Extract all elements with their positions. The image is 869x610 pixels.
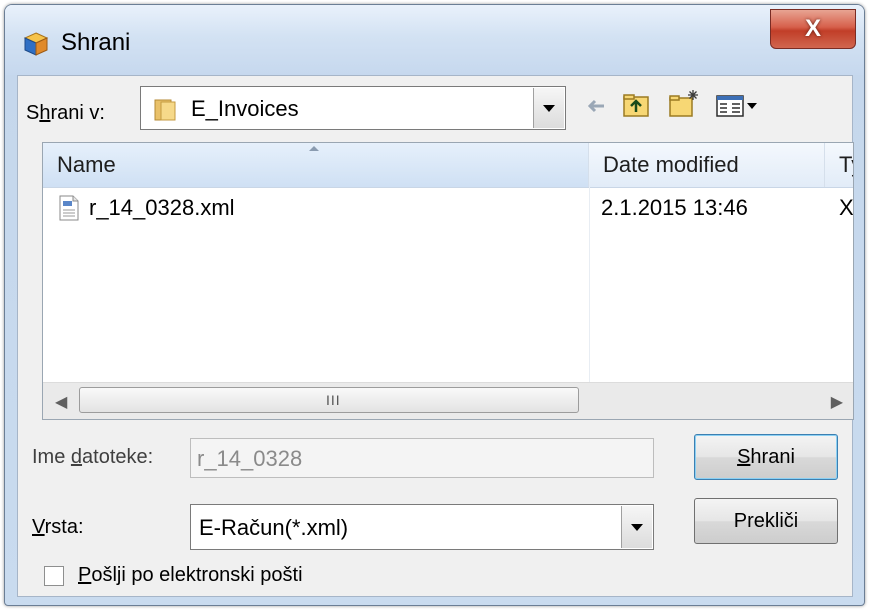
column-header-name[interactable]: Name <box>43 143 589 187</box>
filetype-label: Vrsta: <box>32 516 84 538</box>
close-button[interactable]: X <box>770 9 856 49</box>
close-icon: X <box>804 15 821 42</box>
new-folder-icon[interactable] <box>668 88 700 118</box>
scrollbar-grip: III <box>326 392 341 408</box>
save-in-dropdown[interactable]: E_Invoices <box>140 86 566 130</box>
file-date: 2.1.2015 13:46 <box>601 195 748 220</box>
column-header-type[interactable]: Ty <box>825 143 853 187</box>
save-button-label: Shrani <box>737 445 795 468</box>
title-bar[interactable]: Shrani X <box>5 5 864 75</box>
cancel-button[interactable]: Prekliči <box>694 498 838 544</box>
view-menu-icon <box>716 95 744 117</box>
save-dialog-window: Shrani X Shrani v: E_Invoices Name Date … <box>4 4 865 606</box>
up-folder-icon[interactable] <box>622 92 650 118</box>
save-in-dropdown-arrow[interactable] <box>533 88 564 128</box>
dropdown-arrow-icon <box>747 103 757 109</box>
dialog-body: Shrani v: E_Invoices Name Date modified … <box>17 75 854 597</box>
list-header: Name Date modified Ty <box>43 143 853 188</box>
filetype-dropdown[interactable]: E-Račun(*.xml) <box>190 504 654 550</box>
cancel-button-label: Prekliči <box>733 509 799 532</box>
filename-value: r_14_0328 <box>197 446 303 471</box>
column-header-date-modified[interactable]: Date modified <box>589 143 825 187</box>
package-icon <box>23 32 49 56</box>
filetype-dropdown-arrow[interactable] <box>621 506 652 548</box>
send-email-label[interactable]: Pošlji po elektronski pošti <box>78 564 303 587</box>
list-item[interactable]: r_14_0328.xml 2.1.2015 13:46 XI <box>43 187 853 227</box>
save-in-folder-name: E_Invoices <box>191 96 299 121</box>
filename-field[interactable]: r_14_0328 <box>190 438 654 478</box>
scroll-right-icon[interactable]: ▶ <box>831 392 843 412</box>
file-name: r_14_0328.xml <box>89 195 235 220</box>
folder-icon <box>154 99 176 121</box>
xml-file-icon <box>59 195 79 221</box>
save-button[interactable]: Shrani <box>694 434 838 480</box>
scroll-left-icon[interactable]: ◀ <box>55 392 67 412</box>
chevron-down-icon <box>543 104 555 112</box>
save-in-label: Shrani v: <box>26 102 105 124</box>
scrollbar-thumb[interactable]: III <box>79 387 579 413</box>
send-email-checkbox[interactable] <box>44 566 64 586</box>
filename-label: Ime datoteke: <box>32 446 154 468</box>
view-menu-button[interactable] <box>716 94 760 118</box>
horizontal-scrollbar[interactable]: ◀ III ▶ <box>43 382 853 419</box>
filetype-value: E-Račun(*.xml) <box>199 515 349 540</box>
back-arrow-icon[interactable] <box>584 94 608 118</box>
window-title: Shrani <box>61 29 131 56</box>
file-list[interactable]: Name Date modified Ty r_14_0328.xml 2.1.… <box>42 142 854 420</box>
file-type: XI <box>839 195 854 220</box>
sort-ascending-icon <box>309 146 319 151</box>
chevron-down-icon <box>631 523 643 531</box>
